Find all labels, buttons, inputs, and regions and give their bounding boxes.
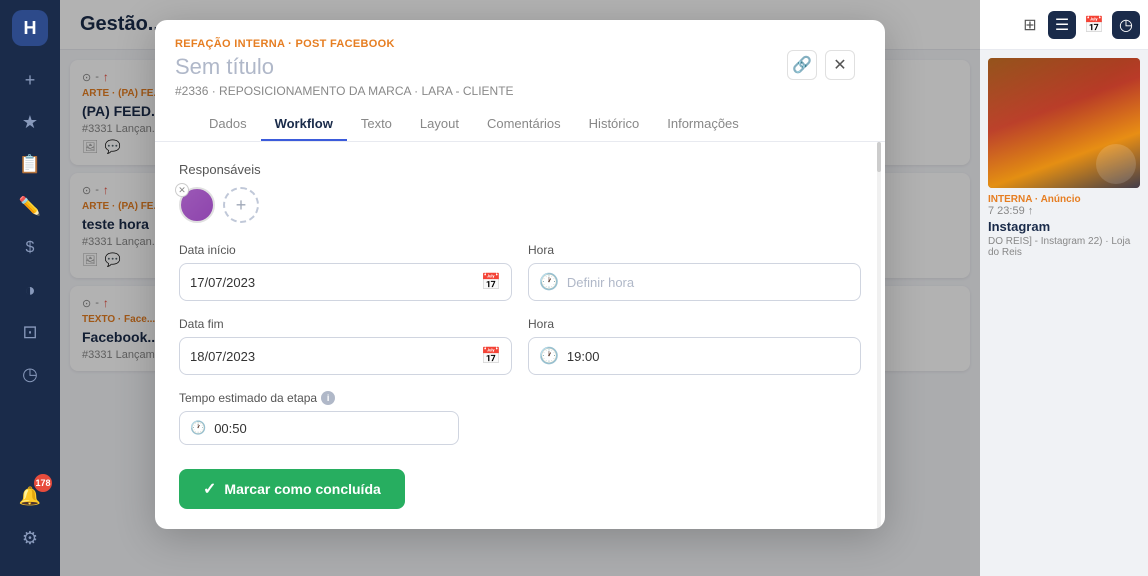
hora-inicio-field[interactable] (567, 275, 850, 290)
right-panel: INTERNA · Anúncio 7 23:59 ↑ Instagram DO… (980, 0, 1148, 576)
hora-fim-group: Hora 🕐 (528, 317, 861, 375)
right-card-meta: DO REIS] - Instagram 22) · Loja do Reis (988, 236, 1140, 258)
tempo-value: 00:50 (214, 421, 247, 436)
close-button[interactable]: ✕ (825, 50, 855, 80)
modal-header-actions: 🔗 ✕ (787, 50, 855, 80)
tempo-label: Tempo estimado da etapa i (179, 391, 861, 405)
clock-view-icon[interactable]: ◷ (1112, 11, 1140, 39)
responsaveis-label: Responsáveis (179, 162, 861, 177)
modal-header: REFAÇÃO INTERNA · POST FACEBOOK Sem títu… (155, 20, 885, 142)
data-inicio-label: Data início (179, 243, 512, 257)
date-fim-fields-row: Data fim 📅 Hora 🕐 (179, 317, 861, 375)
data-inicio-group: Data início 📅 (179, 243, 512, 301)
edit-icon: ✏️ (19, 196, 41, 217)
data-inicio-input[interactable]: 📅 (179, 263, 512, 301)
star-icon: ★ (22, 112, 38, 133)
panel-image (988, 58, 1140, 188)
close-icon: ✕ (833, 55, 846, 75)
modal-subtitle: REFAÇÃO INTERNA · POST FACEBOOK (175, 38, 865, 50)
modal-tabs: Dados Workflow Texto Layout Comentários … (175, 108, 865, 141)
tab-workflow[interactable]: Workflow (261, 108, 347, 141)
hora-fim-label: Hora (528, 317, 861, 331)
modal-meta: #2336 · REPOSICIONAMENTO DA MARCA · LARA… (175, 84, 865, 98)
dollar-icon: $ (26, 239, 35, 257)
tab-texto[interactable]: Texto (347, 108, 406, 141)
hora-inicio-group: Hora 🕐 (528, 243, 861, 301)
date-fields-row: Data início 📅 Hora 🕐 (179, 243, 861, 301)
clock-input-icon: 🕐 (539, 272, 559, 292)
clipboard-icon: 📋 (19, 154, 41, 175)
add-avatar-button[interactable]: + (223, 187, 259, 223)
calendar-fim-icon: 📅 (481, 346, 501, 366)
btn-label: Marcar como concluída (224, 481, 380, 497)
sidebar-item-inbox[interactable]: ⊡ (12, 314, 48, 350)
responsaveis-row: ✕ + (179, 187, 861, 223)
modal-overlay: REFAÇÃO INTERNA · POST FACEBOOK Sem títu… (60, 0, 980, 576)
right-card-label: INTERNA · Anúncio (988, 194, 1140, 205)
avatar-container: ✕ (179, 187, 215, 223)
sidebar-item-chart[interactable]: ◑ (12, 272, 48, 308)
data-fim-label: Data fim (179, 317, 512, 331)
scroll-track (877, 142, 881, 529)
scroll-thumb[interactable] (877, 142, 881, 172)
sidebar: H + ★ 📋 ✏️ $ ◑ ⊡ ◷ 🔔 178 ⚙ (0, 0, 60, 576)
list-view-icon[interactable]: ☰ (1048, 11, 1076, 39)
check-icon: ✓ (203, 479, 216, 499)
data-fim-input[interactable]: 📅 (179, 337, 512, 375)
sidebar-item-edit[interactable]: ✏️ (12, 188, 48, 224)
tab-historico[interactable]: Histórico (575, 108, 654, 141)
hora-fim-field[interactable] (567, 349, 850, 364)
clock-icon: ◷ (22, 364, 38, 385)
tab-dados[interactable]: Dados (195, 108, 261, 141)
tempo-input[interactable]: 🕐 00:50 (179, 411, 459, 445)
clock-tempo-icon: 🕐 (190, 420, 206, 436)
modal-body: Responsáveis ✕ + Data início 📅 (155, 142, 885, 529)
sidebar-item-star[interactable]: ★ (12, 104, 48, 140)
hora-inicio-label: Hora (528, 243, 861, 257)
settings-icon: ⚙ (22, 528, 38, 549)
calendar-view-icon[interactable]: 📅 (1080, 11, 1108, 39)
calendar-icon: 📅 (481, 272, 501, 292)
right-card-title: Instagram (988, 219, 1140, 234)
modal-title: Sem título (175, 54, 865, 80)
info-icon: i (321, 391, 335, 405)
hora-inicio-input[interactable]: 🕐 (528, 263, 861, 301)
marcar-concluida-button[interactable]: ✓ Marcar como concluída (179, 469, 405, 509)
data-inicio-field[interactable] (190, 275, 473, 290)
sidebar-item-notification[interactable]: 🔔 178 (12, 478, 48, 514)
tempo-section: Tempo estimado da etapa i 🕐 00:50 (179, 391, 861, 445)
inbox-icon: ⊡ (22, 322, 37, 343)
hora-fim-input[interactable]: 🕐 (528, 337, 861, 375)
modal: REFAÇÃO INTERNA · POST FACEBOOK Sem títu… (155, 20, 885, 529)
plus-icon: + (25, 70, 36, 91)
chart-icon: ◑ (25, 280, 36, 301)
sidebar-item-dollar[interactable]: $ (12, 230, 48, 266)
sidebar-logo[interactable]: H (12, 10, 48, 46)
tab-layout[interactable]: Layout (406, 108, 473, 141)
sidebar-item-plus[interactable]: + (12, 62, 48, 98)
grid-view-icon[interactable]: ⊞ (1016, 11, 1044, 39)
data-fim-field[interactable] (190, 349, 473, 364)
notification-badge: 178 (34, 474, 52, 492)
remove-avatar-button[interactable]: ✕ (175, 183, 189, 197)
right-card-timestamp: 7 23:59 ↑ (988, 205, 1140, 217)
data-fim-group: Data fim 📅 (179, 317, 512, 375)
tab-comentarios[interactable]: Comentários (473, 108, 575, 141)
sidebar-item-clock[interactable]: ◷ (12, 356, 48, 392)
sidebar-item-clipboard[interactable]: 📋 (12, 146, 48, 182)
link-icon: 🔗 (792, 55, 812, 75)
tab-informacoes[interactable]: Informações (653, 108, 753, 141)
link-button[interactable]: 🔗 (787, 50, 817, 80)
clock-fim-icon: 🕐 (539, 346, 559, 366)
top-bar: ⊞ ☰ 📅 ◷ (980, 0, 1148, 50)
sidebar-item-settings[interactable]: ⚙ (12, 520, 48, 556)
